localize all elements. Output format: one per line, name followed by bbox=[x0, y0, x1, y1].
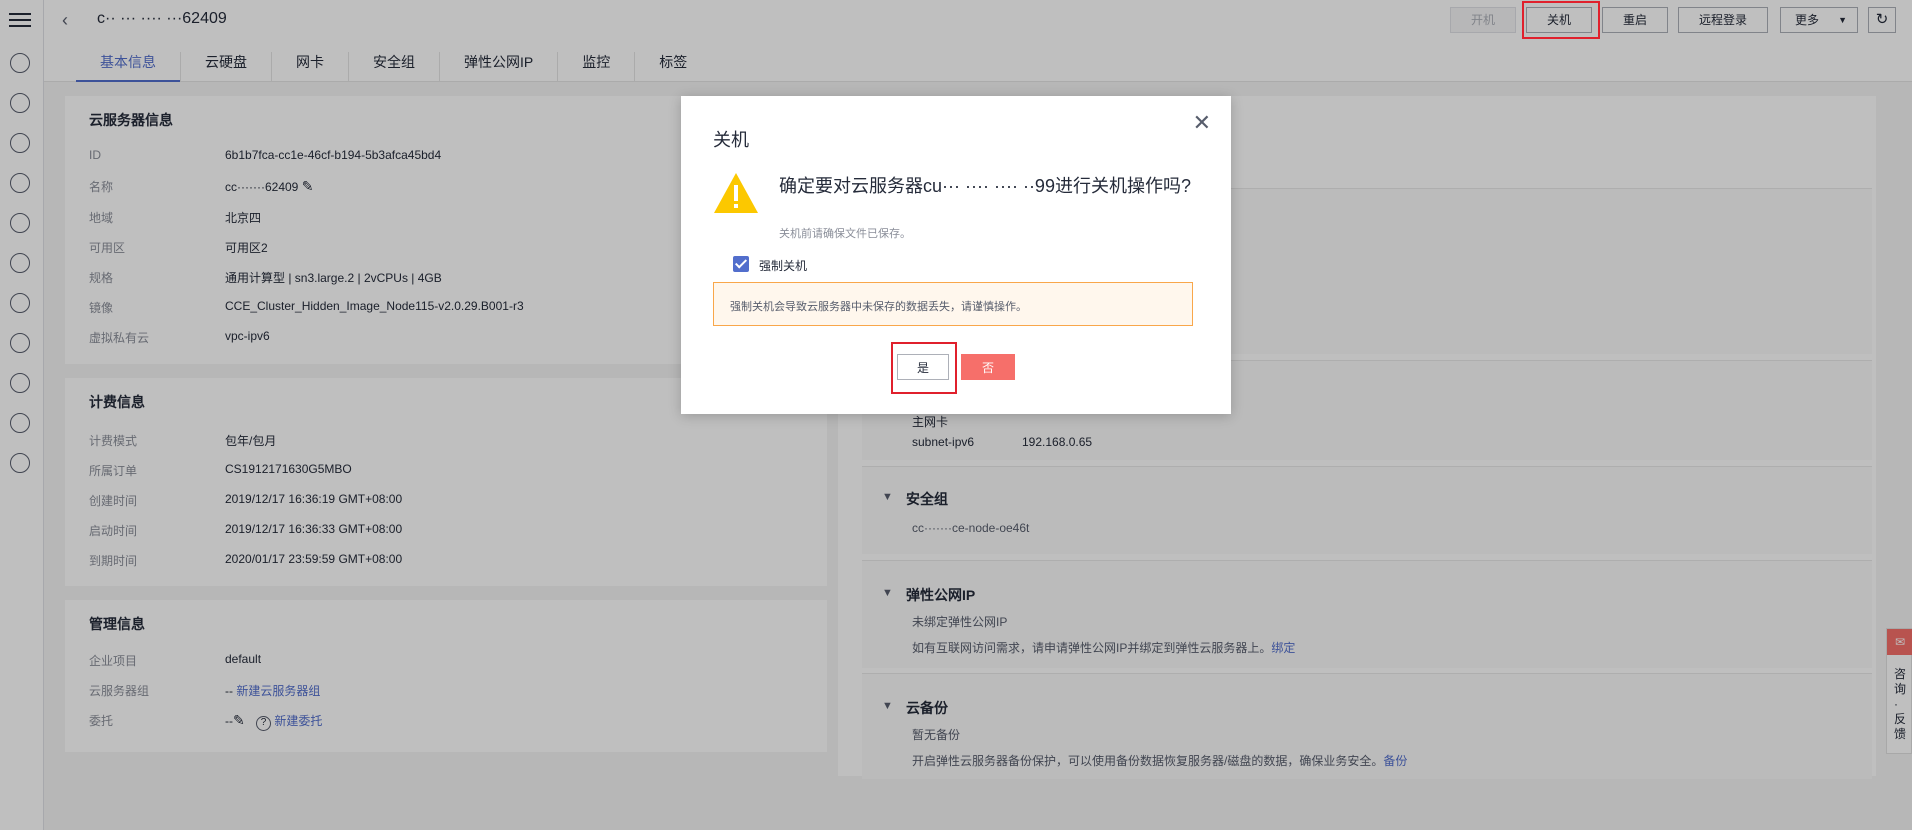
warning-icon bbox=[714, 173, 758, 213]
power-off-dialog: 关机 ✕ 确定要对云服务器cu··· ···· ···· ··99进行关机操作吗… bbox=[681, 96, 1231, 414]
force-shutdown-checkbox[interactable] bbox=[733, 256, 749, 272]
close-icon[interactable]: ✕ bbox=[1193, 110, 1211, 136]
highlight-power-off bbox=[1522, 1, 1600, 39]
yes-button[interactable]: 是 bbox=[897, 354, 949, 380]
force-shutdown-alert: 强制关机会导致云服务器中未保存的数据丢失，请谨慎操作。 bbox=[713, 282, 1193, 326]
dialog-subtext: 关机前请确保文件已保存。 bbox=[779, 228, 911, 240]
alert-text: 强制关机会导致云服务器中未保存的数据丢失，请谨慎操作。 bbox=[730, 301, 1027, 313]
dialog-message: 确定要对云服务器cu··· ···· ···· ··99进行关机操作吗? bbox=[779, 176, 1191, 196]
no-button[interactable]: 否 bbox=[961, 354, 1015, 380]
dialog-title: 关机 bbox=[713, 130, 749, 150]
force-shutdown-label[interactable]: 强制关机 bbox=[759, 257, 807, 274]
